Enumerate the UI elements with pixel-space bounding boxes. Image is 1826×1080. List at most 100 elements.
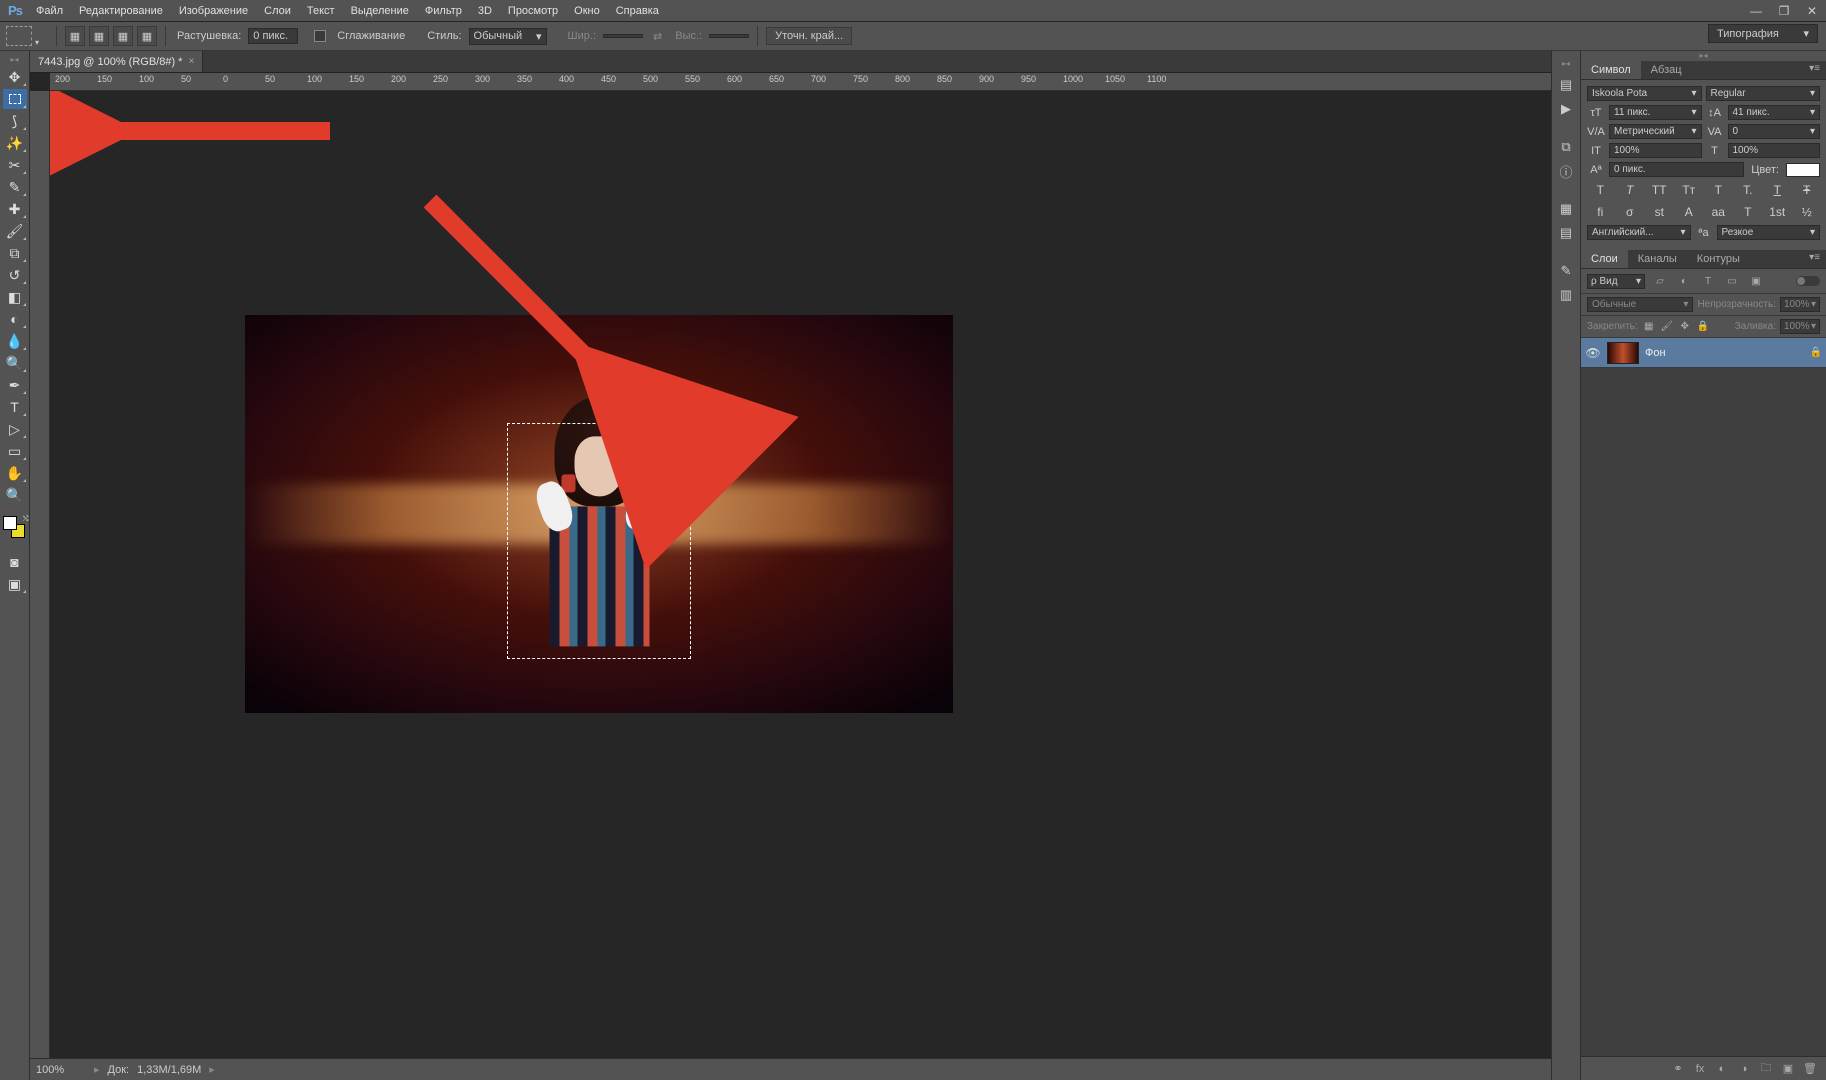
layer-thumbnail[interactable] [1607,342,1639,364]
font-style-select[interactable]: Regular▾ [1706,86,1821,101]
maximize-button[interactable]: ❐ [1770,0,1798,22]
eyedropper-tool[interactable]: ✎ [3,177,27,197]
canvas-viewport[interactable] [50,91,1551,1058]
menu-image[interactable]: Изображение [171,2,256,20]
ligatures-button[interactable]: fi [1587,203,1614,221]
character-panel-menu-icon[interactable]: ▾≡ [1803,61,1826,79]
document-tab[interactable]: 7443.jpg @ 100% (RGB/8#) * × [30,51,203,72]
filter-toggle[interactable] [1796,276,1820,286]
tab-paths[interactable]: Контуры [1687,250,1750,268]
lock-position-icon[interactable]: ✥ [1678,320,1692,334]
ruler-horizontal[interactable]: 2001501005005010015020025030035040045050… [50,73,1551,91]
discretionary-button[interactable]: st [1646,203,1673,221]
libraries-panel-icon[interactable]: ▤ [1554,222,1578,244]
menu-edit[interactable]: Редактирование [71,2,171,20]
tab-character[interactable]: Символ [1581,61,1641,79]
healing-tool[interactable]: ✚ [3,199,27,219]
layer-filter-kind[interactable]: ρ Вид▾ [1587,274,1645,289]
kerning-select[interactable]: Метрический▾ [1609,124,1702,139]
minimize-button[interactable]: — [1742,0,1770,22]
tab-paragraph[interactable]: Абзац [1641,61,1692,79]
hand-tool[interactable]: ✋ [3,463,27,483]
hscale-input[interactable]: 100% [1728,143,1821,158]
type-tool[interactable]: T [3,397,27,417]
status-menu-icon[interactable]: ▸ [209,1063,215,1076]
tool-preset-icon[interactable] [6,26,32,46]
filter-adjust-icon[interactable]: ◐ [1675,273,1693,289]
quickmask-tool[interactable]: ◙ [3,552,27,572]
history-brush-tool[interactable]: ↺ [3,265,27,285]
font-family-select[interactable]: Iskoola Pota▾ [1587,86,1702,101]
menu-help[interactable]: Справка [608,2,667,20]
trash-icon[interactable]: 🗑 [1800,1060,1820,1078]
canvas[interactable] [245,315,953,713]
zoom-tool[interactable]: 🔍 [3,485,27,505]
smallcaps-button[interactable]: Tт [1676,181,1703,199]
layers-panel-menu-icon[interactable]: ▾≡ [1803,250,1826,268]
filter-pixel-icon[interactable]: ▱ [1651,273,1669,289]
menu-filter[interactable]: Фильтр [417,2,470,20]
baseline-input[interactable]: 0 пикс. [1609,162,1744,177]
font-size-input[interactable]: 11 пикс.▾ [1609,105,1702,120]
actions-panel-icon[interactable]: ▶ [1554,98,1578,120]
lock-all-icon[interactable]: 🔒 [1696,320,1710,334]
marquee-tool[interactable] [3,89,27,109]
zoom-menu-icon[interactable]: ▸ [94,1063,100,1076]
fill-adjust-icon[interactable]: ◑ [1734,1060,1754,1078]
menu-3d[interactable]: 3D [470,2,500,20]
strike-button[interactable]: Ŧ [1794,181,1821,199]
crop-tool[interactable]: ✂ [3,155,27,175]
color-swatches[interactable]: ⤭ [3,516,27,544]
group-icon[interactable]: 🗀 [1756,1060,1776,1078]
lock-pixels-icon[interactable]: 🖌 [1660,320,1674,334]
close-tab-icon[interactable]: × [188,56,194,67]
lasso-tool[interactable]: ⟆ [3,111,27,131]
stamp-tool[interactable]: ⧉ [3,243,27,263]
contextual-button[interactable]: σ [1617,203,1644,221]
titling-button[interactable]: T [1735,203,1762,221]
info-panel-icon[interactable]: ⓘ [1554,160,1578,182]
history-panel-icon[interactable]: ▤ [1554,74,1578,96]
swash-button[interactable]: A [1676,203,1703,221]
antialias-checkbox[interactable] [314,30,326,42]
underline-button[interactable]: T [1764,181,1791,199]
source-panel-icon[interactable]: ⧉ [1554,136,1578,158]
text-color-swatch[interactable] [1786,163,1820,177]
layer-mask-icon[interactable]: ◐ [1712,1060,1732,1078]
faux-italic-button[interactable]: T [1617,181,1644,199]
layer-fx-icon[interactable]: fx [1690,1060,1710,1078]
foreground-swatch[interactable] [3,516,17,530]
ordinals-button[interactable]: 1st [1764,203,1791,221]
gradient-tool[interactable]: ◐ [3,309,27,329]
close-button[interactable]: ✕ [1798,0,1826,22]
blend-mode-select[interactable]: Обычные▾ [1587,297,1693,312]
new-layer-icon[interactable]: ▣ [1778,1060,1798,1078]
shape-tool[interactable]: ▭ [3,441,27,461]
link-layers-icon[interactable]: ⚭ [1668,1060,1688,1078]
lock-transparency-icon[interactable]: ▦ [1642,320,1656,334]
fractions-button[interactable]: ½ [1794,203,1821,221]
refine-edge-button[interactable]: Уточн. край... [766,27,852,45]
selection-add-icon[interactable]: ▦ [89,26,109,46]
blur-tool[interactable]: 💧 [3,331,27,351]
language-select[interactable]: Английский...▾ [1587,225,1691,240]
selection-intersect-icon[interactable]: ▦ [137,26,157,46]
layer-row[interactable]: 👁 Фон 🔒 [1581,338,1826,368]
vscale-input[interactable]: 100% [1609,143,1702,158]
zoom-field[interactable]: 100% [36,1064,86,1076]
path-select-tool[interactable]: ▷ [3,419,27,439]
ruler-vertical[interactable] [30,91,50,1058]
selection-subtract-icon[interactable]: ▦ [113,26,133,46]
feather-input[interactable]: 0 пикс. [248,28,298,44]
menu-type[interactable]: Текст [299,2,343,20]
filter-shape-icon[interactable]: ▭ [1723,273,1741,289]
leading-input[interactable]: 41 пикс.▾ [1728,105,1821,120]
allcaps-button[interactable]: TT [1646,181,1673,199]
dodge-tool[interactable]: 🔍 [3,353,27,373]
faux-bold-button[interactable]: T [1587,181,1614,199]
menu-select[interactable]: Выделение [343,2,417,20]
style-select[interactable]: Обычный▾ [469,28,547,45]
stylistic-button[interactable]: aa [1705,203,1732,221]
pen-tool[interactable]: ✒ [3,375,27,395]
menu-view[interactable]: Просмотр [500,2,566,20]
